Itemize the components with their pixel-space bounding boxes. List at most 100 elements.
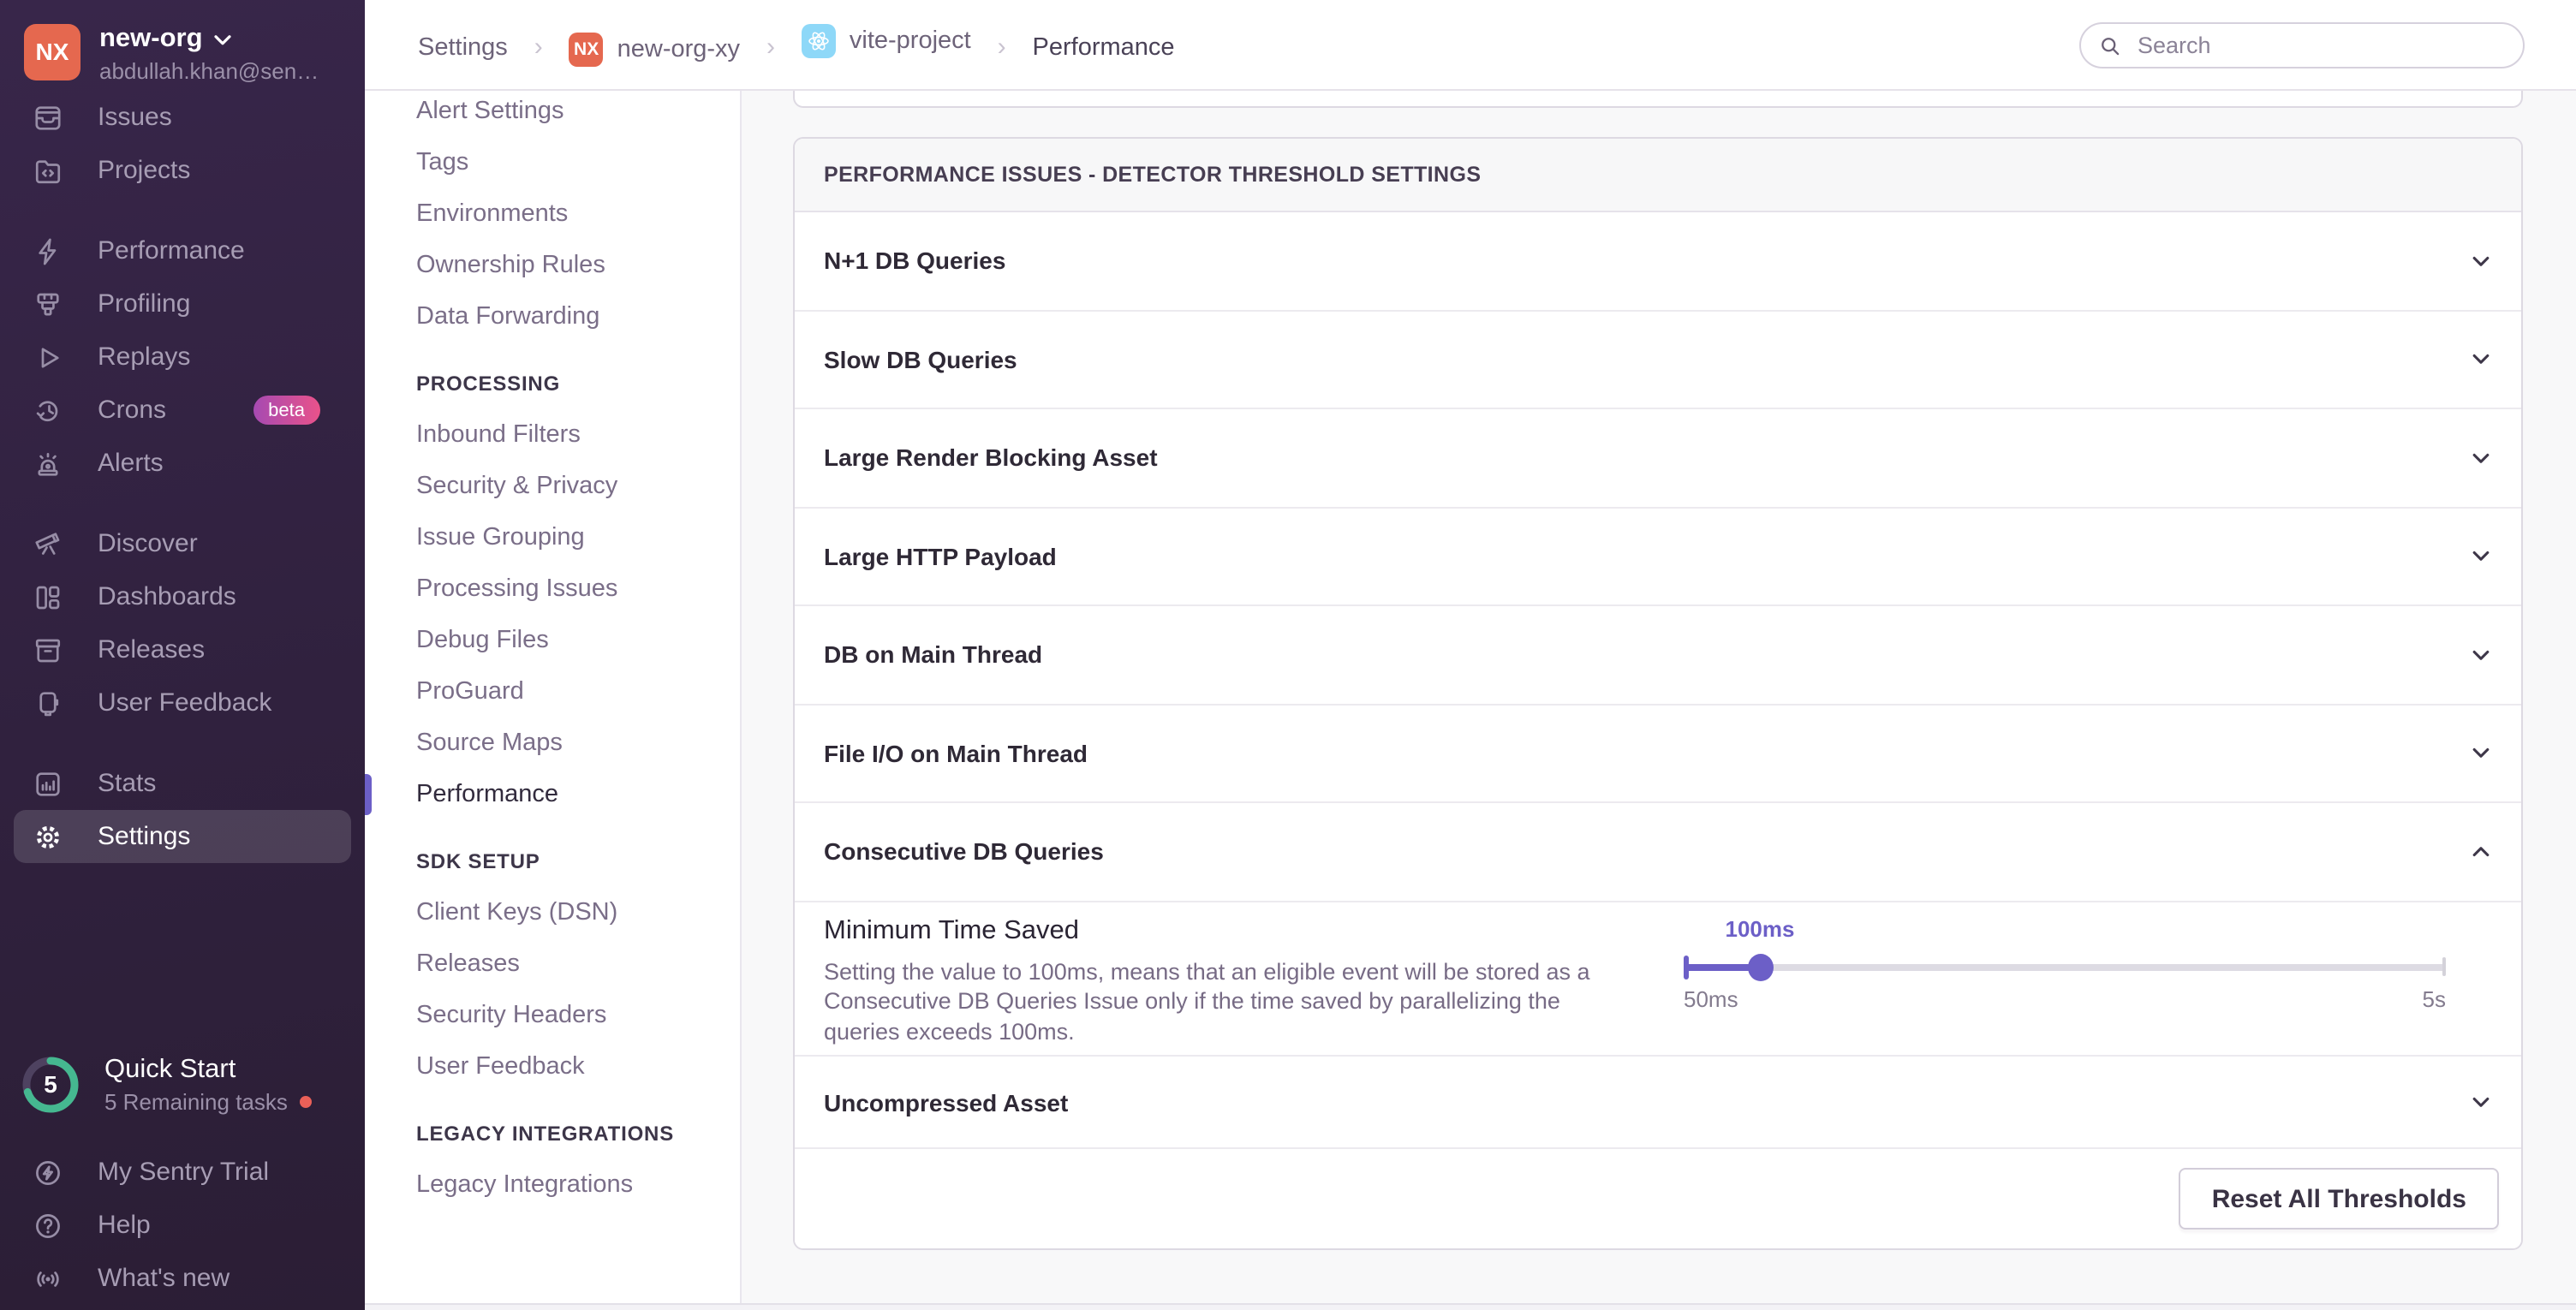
sidebar-item-label: Issues	[98, 103, 172, 132]
topbar: Settings › NX new-org-xy › vite-project …	[365, 0, 2576, 91]
stats-icon	[33, 768, 63, 799]
slider-thumb[interactable]	[1747, 953, 1773, 980]
sidebar-item-issues[interactable]: Issues	[0, 91, 365, 144]
quick-start-panel[interactable]: 5 Quick Start 5 Remaining tasks	[0, 1045, 365, 1123]
accordion-row-uncompressed-asset[interactable]: Uncompressed Asset	[795, 1057, 2521, 1149]
chevron-down-icon	[2466, 640, 2496, 670]
replays-icon	[33, 342, 63, 372]
settings-nav-releases[interactable]: Releases	[365, 938, 740, 990]
org-switcher[interactable]: NX new-org abdullah.khan@sen…	[0, 0, 365, 84]
sidebar-item-my-sentry-trial[interactable]: My Sentry Trial	[0, 1146, 365, 1199]
settings-nav-processing-issues[interactable]: Processing Issues	[365, 563, 740, 615]
chevron-down-icon	[2466, 247, 2496, 276]
accordion-row-slow-db-queries[interactable]: Slow DB Queries	[795, 311, 2521, 409]
breadcrumb-project[interactable]: vite-project	[850, 27, 971, 54]
search-input[interactable]	[2134, 31, 2506, 60]
slider-max-cap	[2442, 957, 2446, 976]
breadcrumb-org[interactable]: new-org-xy	[617, 35, 740, 63]
threshold-setting-section: Minimum Time Saved Setting the value to …	[795, 902, 2521, 1057]
sidebar-item-dashboards[interactable]: Dashboards	[0, 570, 365, 623]
primary-sidebar: NX new-org abdullah.khan@sen… Issues Pro…	[0, 0, 365, 1310]
accordion-row-consecutive-db-queries[interactable]: Consecutive DB Queries	[795, 803, 2521, 902]
accordion-row-label: DB on Main Thread	[824, 641, 1042, 669]
breadcrumb-current-page: Performance	[1033, 33, 1175, 61]
next-panel-edge	[365, 1303, 2576, 1310]
accordion-row-label: Slow DB Queries	[824, 346, 1017, 373]
trial-lightning-icon	[33, 1157, 63, 1188]
chevron-down-icon	[2466, 542, 2496, 571]
settings-nav-source-maps[interactable]: Source Maps	[365, 718, 740, 769]
accordion-row-db-on-main-thread[interactable]: DB on Main Thread	[795, 606, 2521, 705]
settings-nav-legacy-integrations[interactable]: Legacy Integrations	[365, 1159, 740, 1211]
accordion-row-label: Uncompressed Asset	[824, 1088, 1068, 1116]
settings-nav-environments[interactable]: Environments	[365, 188, 740, 240]
settings-nav-header-legacy-integrations: LEGACY INTEGRATIONS	[365, 1115, 740, 1152]
settings-nav-inbound-filters[interactable]: Inbound Filters	[365, 409, 740, 461]
sidebar-item-user-feedback[interactable]: User Feedback	[0, 676, 365, 729]
slider-track[interactable]	[1684, 953, 2446, 980]
quick-start-subtitle: 5 Remaining tasks	[104, 1088, 288, 1114]
settings-nav-tags[interactable]: Tags	[365, 137, 740, 188]
sidebar-item-label: Discover	[98, 529, 198, 558]
settings-nav-debug-files[interactable]: Debug Files	[365, 615, 740, 666]
projects-icon	[33, 155, 63, 186]
accordion-row-label: Large HTTP Payload	[824, 543, 1057, 570]
sidebar-item-label: Replays	[98, 342, 190, 372]
sidebar-item-replays[interactable]: Replays	[0, 330, 365, 384]
reset-all-thresholds-button[interactable]: Reset All Thresholds	[2179, 1168, 2499, 1230]
breadcrumb-separator-icon: ›	[534, 32, 543, 61]
settings-nav-security-privacy[interactable]: Security & Privacy	[365, 461, 740, 512]
quick-start-title: Quick Start	[104, 1054, 312, 1085]
slider-current-value: 100ms	[1726, 915, 1795, 941]
react-project-icon	[802, 23, 836, 57]
nav-group-divider	[0, 197, 365, 224]
search-icon	[2098, 33, 2122, 57]
performance-icon	[33, 235, 63, 266]
nav-group-divider	[0, 490, 365, 517]
settings-main: PERFORMANCE ISSUES - DETECTOR THRESHOLD …	[742, 91, 2576, 1310]
broadcast-icon	[33, 1263, 63, 1294]
nav-group-divider	[0, 729, 365, 757]
slider-max-label: 5s	[2423, 985, 2446, 1011]
issues-icon	[33, 102, 63, 133]
settings-nav-security-headers[interactable]: Security Headers	[365, 990, 740, 1041]
sidebar-item-crons[interactable]: Cronsbeta	[0, 384, 365, 437]
search-bar[interactable]	[2079, 22, 2525, 68]
settings-nav-data-forwarding[interactable]: Data Forwarding	[365, 291, 740, 342]
settings-nav-user-feedback[interactable]: User Feedback	[365, 1041, 740, 1093]
sidebar-item-label: What's new	[98, 1264, 230, 1293]
chevron-down-icon	[215, 33, 232, 45]
breadcrumb-settings[interactable]: Settings	[418, 33, 508, 61]
sidebar-item-settings[interactable]: Settings	[14, 810, 351, 863]
sidebar-item-help[interactable]: Help	[0, 1199, 365, 1252]
sidebar-item-discover[interactable]: Discover	[0, 517, 365, 570]
settings-nav-proguard[interactable]: ProGuard	[365, 666, 740, 718]
settings-nav-alert-settings[interactable]: Alert Settings	[365, 86, 740, 137]
sidebar-item-label: Crons	[98, 396, 166, 425]
previous-panel-bottom	[793, 91, 2523, 108]
releases-icon	[33, 634, 63, 665]
sidebar-item-label: My Sentry Trial	[98, 1158, 269, 1187]
sidebar-item-alerts[interactable]: Alerts	[0, 437, 365, 490]
accordion-row-file-io-on-main-thread[interactable]: File I/O on Main Thread	[795, 705, 2521, 803]
sidebar-item-projects[interactable]: Projects	[0, 144, 365, 197]
chevron-down-icon	[2466, 444, 2496, 473]
accordion-row-large-http-payload[interactable]: Large HTTP Payload	[795, 508, 2521, 606]
sidebar-item-performance[interactable]: Performance	[0, 224, 365, 277]
sidebar-footer-nav: My Sentry Trial Help What's new	[0, 1146, 365, 1305]
slider-min-label: 50ms	[1684, 985, 1738, 1011]
sidebar-item-whats-new[interactable]: What's new	[0, 1252, 365, 1305]
settings-nav-performance[interactable]: Performance	[365, 769, 740, 820]
accordion-row-n-plus-one-db-queries[interactable]: N+1 DB Queries	[795, 212, 2521, 311]
settings-nav-client-keys[interactable]: Client Keys (DSN)	[365, 887, 740, 938]
settings-nav-ownership-rules[interactable]: Ownership Rules	[365, 240, 740, 291]
panel-footer: Reset All Thresholds	[795, 1149, 2521, 1250]
accordion-row-label: File I/O on Main Thread	[824, 740, 1088, 767]
setting-description: Setting the value to 100ms, means that a…	[824, 956, 1608, 1046]
accordion-row-large-render-blocking-asset[interactable]: Large Render Blocking Asset	[795, 409, 2521, 508]
sidebar-item-stats[interactable]: Stats	[0, 757, 365, 810]
sidebar-item-releases[interactable]: Releases	[0, 623, 365, 676]
settings-nav-issue-grouping[interactable]: Issue Grouping	[365, 512, 740, 563]
sidebar-item-profiling[interactable]: Profiling	[0, 277, 365, 330]
content-area: Alert Settings Tags Environments Ownersh…	[365, 91, 2576, 1310]
